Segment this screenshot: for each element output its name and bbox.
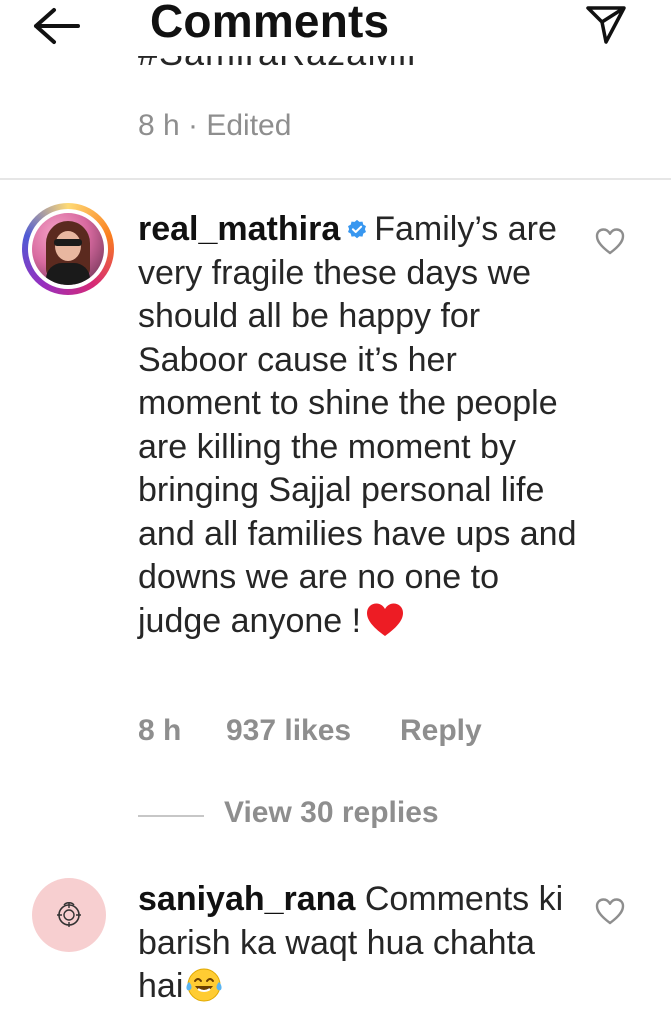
laughing-tears-emoji-icon	[186, 968, 222, 1002]
comment-username[interactable]: saniyah_rana	[138, 880, 355, 918]
comment-text: Family’s are very fragile these days we …	[138, 210, 577, 640]
top-bar: Comments	[0, 0, 671, 56]
caption-divider	[0, 178, 671, 180]
like-button[interactable]	[594, 226, 626, 258]
view-replies-button[interactable]: View 30 replies	[224, 796, 439, 830]
heart-outline-icon	[595, 228, 625, 255]
avatar[interactable]	[32, 878, 106, 952]
avatar[interactable]	[22, 203, 114, 295]
back-button[interactable]	[26, 4, 86, 48]
paper-plane-icon	[586, 6, 626, 44]
like-button[interactable]	[594, 896, 626, 928]
avatar-logo-icon	[57, 902, 81, 927]
replies-divider	[138, 815, 204, 817]
arrow-left-icon	[34, 8, 80, 44]
send-button[interactable]	[582, 2, 630, 46]
post-caption-clipped: #SamiraRazaMir	[138, 56, 438, 78]
comment-body: saniyah_rana Comments ki barish ka waqt …	[138, 878, 578, 1009]
reply-button[interactable]: Reply	[400, 714, 482, 748]
page-title: Comments	[150, 0, 390, 47]
caption-hashtag: #SamiraRazaMir	[138, 56, 420, 74]
caption-timestamp: 8 h · Edited	[138, 109, 292, 142]
heart-outline-icon	[595, 898, 625, 925]
comment-username[interactable]: real_mathira	[138, 210, 340, 248]
verified-badge-icon	[348, 219, 367, 239]
avatar-photo	[32, 213, 104, 285]
comment-body: real_mathira Family’s are very fragile t…	[138, 208, 578, 643]
comment-likes[interactable]: 937 likes	[226, 714, 351, 748]
comment-time: 8 h	[138, 714, 182, 747]
heart-emoji-icon	[367, 603, 404, 636]
